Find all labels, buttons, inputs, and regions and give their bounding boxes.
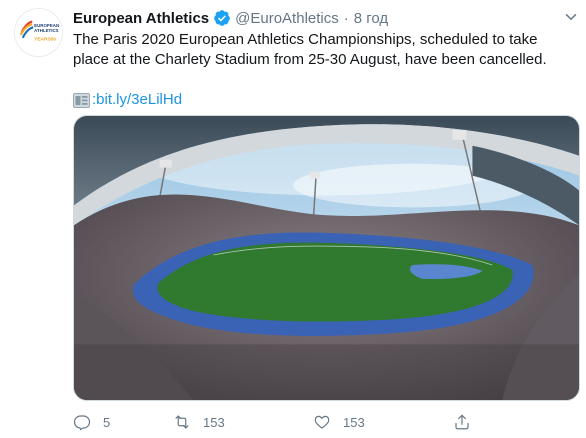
separator-dot: · [343,9,349,27]
tweet-text: The Paris 2020 European Athletics Champi… [73,31,547,68]
reply-icon [73,415,91,431]
european-athletics-logo: EUROPEAN ATHLETICS YEARS50 [15,9,62,56]
retweet-icon [175,415,189,429]
chevron-down-icon[interactable] [562,8,580,26]
tweet-actions: 5 153 153 [73,410,553,434]
tweet[interactable]: EUROPEAN ATHLETICS YEARS50 European Athl… [0,0,586,438]
svg-text:ATHLETICS: ATHLETICS [34,28,58,33]
short-link[interactable]: bit.ly/3eLilHd [96,90,182,110]
retweet-button[interactable]: 153 [173,413,313,431]
like-icon [314,415,330,429]
share-button[interactable] [453,413,493,431]
link-line: : bit.ly/3eLilHd [73,90,576,110]
tweet-media-photo[interactable] [73,115,580,401]
share-icon [455,414,469,430]
user-handle[interactable]: @EuroAthletics [235,10,339,27]
link-card-emoji-icon [73,92,90,108]
like-button[interactable]: 153 [313,413,453,431]
retweet-count: 153 [203,414,225,430]
tweet-header: European Athletics @EuroAthletics · 8 го… [73,8,576,28]
avatar[interactable]: EUROPEAN ATHLETICS YEARS50 [14,8,63,57]
reply-button[interactable]: 5 [73,413,173,431]
tweet-content: European Athletics @EuroAthletics · 8 го… [73,8,576,110]
verified-badge-icon [214,10,231,26]
timestamp[interactable]: 8 год [354,10,388,27]
svg-text:YEARS50: YEARS50 [34,37,56,43]
reply-count: 5 [103,414,111,430]
like-count: 153 [343,414,365,430]
display-name[interactable]: European Athletics [73,10,209,27]
stadium-photo [74,116,579,400]
